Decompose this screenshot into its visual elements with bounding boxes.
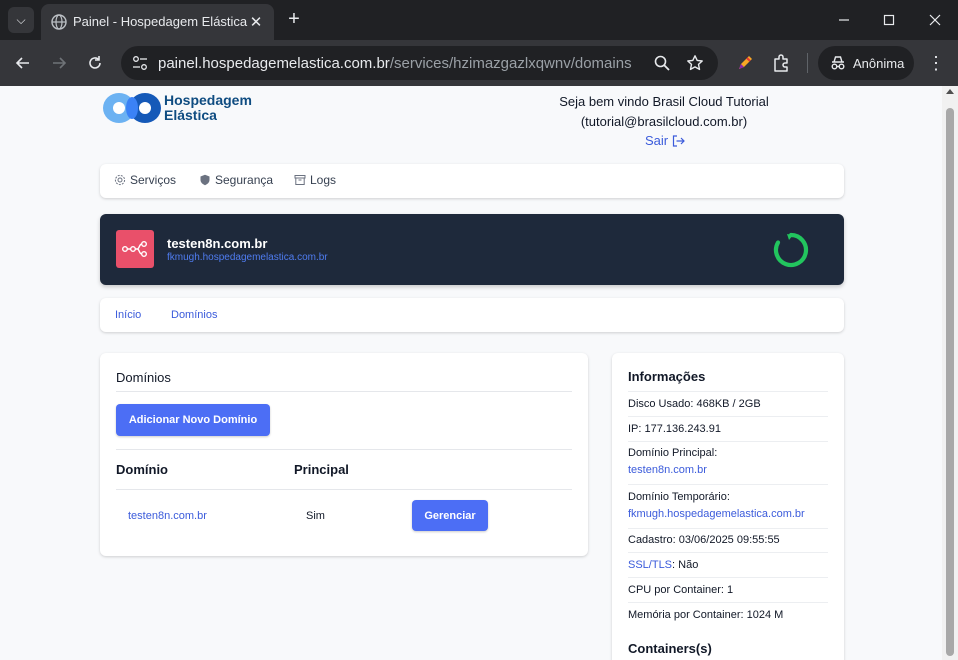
service-banner: testen8n.com.br fkmugh.hospedagemelastic… bbox=[100, 214, 844, 285]
tab-search-button[interactable]: ⌵ bbox=[8, 7, 34, 33]
tab-title: Painel - Hospedagem Elástica bbox=[73, 14, 248, 29]
maximize-icon bbox=[883, 14, 895, 26]
service-name: testen8n.com.br bbox=[167, 236, 268, 251]
logo-text: Hospedagem Elástica bbox=[164, 92, 252, 123]
logout-link[interactable]: Sair bbox=[645, 133, 685, 148]
minimize-icon bbox=[839, 19, 849, 21]
site-settings-icon[interactable] bbox=[131, 54, 149, 72]
divider bbox=[628, 577, 828, 578]
logout-icon bbox=[673, 134, 685, 147]
divider bbox=[628, 484, 828, 485]
menu-item-security[interactable]: Segurança bbox=[199, 173, 273, 187]
minimize-window-button[interactable] bbox=[832, 8, 856, 32]
scrollbar-thumb[interactable] bbox=[946, 108, 954, 656]
tab-dominios[interactable]: Domínios bbox=[171, 309, 217, 321]
arrow-left-icon bbox=[15, 57, 29, 69]
page-viewport: Hospedagem Elástica Seja bem vindo Brasi… bbox=[0, 86, 958, 660]
menu-item-logs[interactable]: Logs bbox=[294, 173, 336, 187]
chevron-down-icon: ⌵ bbox=[16, 12, 26, 27]
divider bbox=[628, 552, 828, 553]
divider bbox=[628, 391, 828, 392]
info-ssl: SSL/TLS: Não bbox=[628, 559, 699, 571]
domains-panel: Domínios Adicionar Novo Domínio Domínio … bbox=[100, 353, 588, 556]
reload-button[interactable] bbox=[83, 51, 107, 75]
close-icon bbox=[929, 14, 941, 26]
ssl-link[interactable]: SSL/TLS bbox=[628, 559, 672, 571]
info-disk-usage: Disco Usado: 468KB / 2GB bbox=[628, 398, 761, 410]
info-temp-domain: Domínio Temporário: fkmugh.hospedagemela… bbox=[628, 489, 828, 523]
incognito-profile-button[interactable]: Anônima bbox=[818, 46, 914, 80]
url-text[interactable]: painel.hospedagemelastica.com.br/service… bbox=[158, 55, 632, 72]
bookmark-star-icon[interactable] bbox=[686, 54, 704, 72]
add-domain-button[interactable]: Adicionar Novo Domínio bbox=[116, 404, 270, 436]
pencil-icon[interactable] bbox=[734, 52, 756, 74]
reload-icon bbox=[89, 56, 101, 69]
incognito-icon bbox=[831, 56, 845, 70]
column-header-domain: Domínio bbox=[116, 462, 168, 477]
info-title: Informações bbox=[628, 369, 706, 384]
browser-tab-bar: ⌵ Painel - Hospedagem Elástica ✕ + bbox=[0, 0, 958, 40]
divider bbox=[628, 416, 828, 417]
welcome-message: Seja bem vindo Brasil Cloud Tutorial (tu… bbox=[559, 94, 769, 129]
temp-domain-link[interactable]: fkmugh.hospedagemelastica.com.br bbox=[628, 506, 828, 523]
browser-toolbar: painel.hospedagemelastica.com.br/service… bbox=[0, 40, 958, 86]
globe-icon bbox=[51, 14, 67, 30]
page-scrollbar[interactable] bbox=[942, 86, 958, 660]
manage-domain-button[interactable]: Gerenciar bbox=[412, 500, 488, 531]
back-button[interactable] bbox=[11, 51, 35, 75]
menu-item-services[interactable]: Serviços bbox=[114, 173, 176, 187]
address-bar[interactable]: painel.hospedagemelastica.com.br/service… bbox=[121, 46, 718, 80]
divider bbox=[628, 441, 828, 442]
column-header-principal: Principal bbox=[294, 462, 349, 477]
maximize-window-button[interactable] bbox=[877, 8, 901, 32]
forward-button[interactable] bbox=[47, 51, 71, 75]
toolbar-divider bbox=[807, 53, 808, 73]
domain-link[interactable]: testen8n.com.br bbox=[128, 510, 207, 522]
main-domain-link[interactable]: testen8n.com.br bbox=[628, 462, 828, 479]
divider bbox=[116, 449, 572, 450]
info-panel: Informações Disco Usado: 468KB / 2GB IP:… bbox=[612, 353, 844, 660]
info-memory: Memória por Container: 1024 M bbox=[628, 609, 784, 621]
containers-title: Containers(s) bbox=[628, 641, 712, 656]
status-refresh-icon bbox=[773, 232, 809, 268]
logo-mark-icon bbox=[103, 93, 161, 123]
browser-menu-button[interactable]: ⋮ bbox=[926, 51, 946, 75]
principal-value: Sim bbox=[306, 510, 325, 522]
info-main-domain: Domínio Principal: testen8n.com.br bbox=[628, 445, 828, 479]
arrow-right-icon bbox=[53, 57, 67, 69]
service-hostname-link[interactable]: fkmugh.hospedagemelastica.com.br bbox=[167, 252, 328, 263]
archive-icon bbox=[294, 175, 306, 185]
extensions-puzzle-icon[interactable] bbox=[771, 52, 793, 74]
service-app-icon bbox=[116, 230, 154, 268]
browser-tab-active[interactable]: Painel - Hospedagem Elástica ✕ bbox=[41, 4, 274, 40]
divider bbox=[116, 391, 572, 392]
n8n-icon bbox=[122, 241, 148, 257]
incognito-label: Anônima bbox=[853, 56, 905, 71]
close-tab-icon[interactable]: ✕ bbox=[246, 12, 266, 32]
info-cpu: CPU por Container: 1 bbox=[628, 584, 734, 596]
new-tab-button[interactable]: + bbox=[283, 8, 305, 30]
zoom-search-icon[interactable] bbox=[653, 54, 671, 72]
info-ip: IP: 177.136.243.91 bbox=[628, 423, 721, 435]
more-vertical-icon: ⋮ bbox=[927, 52, 945, 73]
site-logo[interactable]: Hospedagem Elástica bbox=[102, 91, 262, 125]
domains-title: Domínios bbox=[116, 370, 171, 385]
service-subtabs: Início Domínios bbox=[100, 298, 844, 332]
divider bbox=[628, 528, 828, 529]
close-window-button[interactable] bbox=[923, 8, 947, 32]
gear-icon bbox=[114, 174, 126, 186]
info-created: Cadastro: 03/06/2025 09:55:55 bbox=[628, 534, 780, 546]
scroll-up-arrow-icon[interactable] bbox=[946, 89, 954, 94]
divider bbox=[116, 489, 572, 490]
main-menu: Serviços Segurança Logs bbox=[100, 164, 844, 198]
shield-icon bbox=[200, 174, 210, 186]
divider bbox=[628, 602, 828, 603]
tab-inicio[interactable]: Início bbox=[115, 309, 141, 321]
